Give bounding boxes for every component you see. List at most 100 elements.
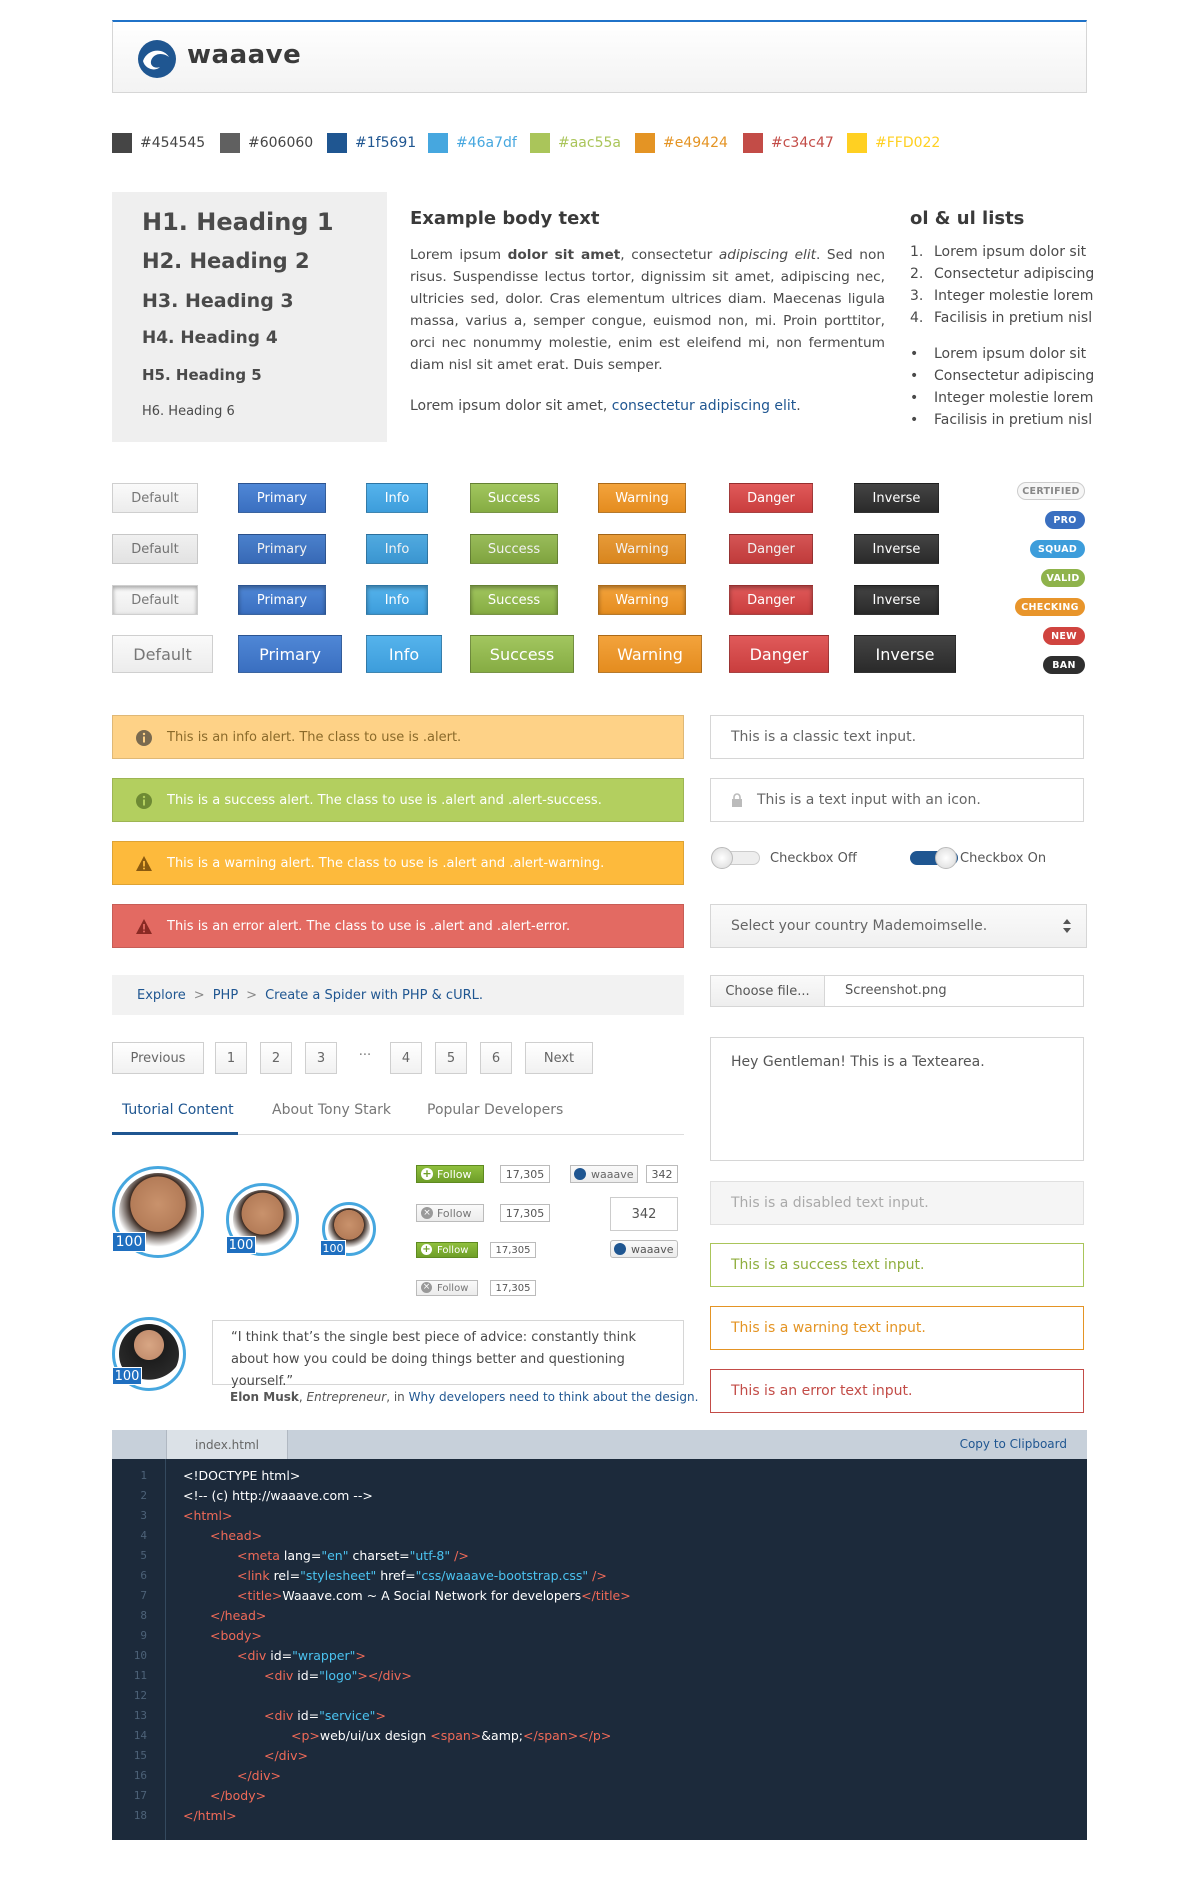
quote-author: Elon Musk — [230, 1390, 299, 1404]
swatch-color — [220, 133, 240, 153]
inverse-button[interactable]: Inverse — [854, 483, 939, 513]
inverse-button-pressed[interactable]: Inverse — [854, 585, 939, 615]
alert-text: This is an info alert. The class to use … — [167, 729, 462, 745]
input-placeholder: This is a success text input. — [731, 1257, 925, 1273]
badge-pro: PRO — [1045, 511, 1085, 529]
warning-button-large[interactable]: Warning — [598, 635, 702, 673]
choose-file-button[interactable]: Choose file... — [711, 976, 825, 1006]
pagination-page[interactable]: 1 — [215, 1042, 247, 1074]
code-token: <link — [237, 1568, 274, 1583]
quote-separator: , in — [386, 1390, 409, 1404]
alert-text: This is a warning alert. The class to us… — [167, 855, 605, 871]
info-button-large[interactable]: Info — [366, 635, 442, 673]
pagination-page[interactable]: 4 — [390, 1042, 422, 1074]
toggle-knob — [711, 847, 733, 869]
country-select[interactable]: Select your country Mademoimselle. — [710, 904, 1087, 948]
swatch-color — [327, 133, 347, 153]
body-text-run: Lorem ipsum dolor sit amet, — [410, 398, 612, 414]
waaave-count-bubble: 342 — [610, 1197, 678, 1231]
body-link[interactable]: consectetur adipiscing elit — [612, 398, 797, 414]
tab-about-tony-stark[interactable]: About Tony Stark — [272, 1102, 391, 1118]
swatch-3: #1f5691 — [327, 133, 416, 153]
breadcrumb-item[interactable]: PHP — [213, 988, 238, 1003]
pagination-page[interactable]: 5 — [435, 1042, 467, 1074]
badge-ban: BAN — [1043, 656, 1085, 674]
code-token: </span> — [523, 1728, 579, 1743]
heading-1: H1. Heading 1 — [142, 208, 334, 236]
warning-button-pressed[interactable]: Warning — [598, 585, 686, 615]
file-input[interactable]: Choose file... Screenshot.png — [710, 975, 1084, 1007]
waaave-logo-icon — [138, 40, 176, 78]
code-token: id= — [297, 1668, 320, 1683]
breadcrumb-item[interactable]: Create a Spider with PHP & cURL. — [265, 988, 483, 1003]
classic-text-input[interactable]: This is a classic text input. — [710, 715, 1084, 759]
inverse-button-large[interactable]: Inverse — [854, 635, 956, 673]
error-alert: This is an error alert. The class to use… — [112, 904, 684, 948]
pagination-page[interactable]: 2 — [260, 1042, 292, 1074]
code-line: </body> — [210, 1788, 267, 1803]
success-button-pressed[interactable]: Success — [470, 585, 558, 615]
error-text-input[interactable]: This is an error text input. — [710, 1369, 1084, 1413]
follow-label: Follow — [437, 1206, 472, 1220]
pagination-previous[interactable]: Previous — [112, 1042, 204, 1074]
code-token: <meta — [237, 1548, 284, 1563]
ordered-list-item: 2. Consectetur adipiscing — [910, 266, 1094, 282]
primary-button-hover[interactable]: Primary — [238, 534, 326, 564]
checkbox-on-toggle[interactable] — [910, 847, 958, 869]
brand-name[interactable]: waaave — [187, 40, 301, 70]
list-marker: 2. — [910, 266, 924, 282]
success-text-input[interactable]: This is a success text input. — [710, 1243, 1084, 1287]
copy-to-clipboard-button[interactable]: Copy to Clipboard — [960, 1437, 1067, 1451]
code-token: "utf-8" — [409, 1548, 451, 1563]
info-button-hover[interactable]: Info — [366, 534, 428, 564]
tab-tutorial-content[interactable]: Tutorial Content — [122, 1102, 234, 1118]
inverse-button-hover[interactable]: Inverse — [854, 534, 939, 564]
success-button-hover[interactable]: Success — [470, 534, 558, 564]
danger-button-pressed[interactable]: Danger — [729, 585, 813, 615]
code-line: <title>Waaave.com ~ A Social Network for… — [237, 1588, 631, 1603]
active-tab-indicator — [112, 1132, 238, 1135]
info-button[interactable]: Info — [366, 483, 428, 513]
warning-button-hover[interactable]: Warning — [598, 534, 686, 564]
warning-text-input[interactable]: This is a warning text input. — [710, 1306, 1084, 1350]
default-button-large[interactable]: Default — [112, 635, 213, 673]
info-button-pressed[interactable]: Info — [366, 585, 428, 615]
danger-button[interactable]: Danger — [729, 483, 813, 513]
unordered-list-item: • Consectetur adipiscing — [910, 368, 1094, 384]
primary-button[interactable]: Primary — [238, 483, 326, 513]
pagination-page[interactable]: 6 — [480, 1042, 512, 1074]
icon-text-input[interactable]: This is a text input with an icon. — [710, 778, 1084, 822]
quote-link[interactable]: Why developers need to think about the d… — [409, 1390, 699, 1404]
default-button-pressed[interactable]: Default — [112, 585, 198, 615]
breadcrumb-item[interactable]: Explore — [137, 988, 186, 1003]
primary-button-large[interactable]: Primary — [238, 635, 342, 673]
success-button[interactable]: Success — [470, 483, 558, 513]
pagination-page[interactable]: 3 — [305, 1042, 337, 1074]
checkbox-off-toggle[interactable] — [711, 847, 760, 869]
list-bullet: • — [910, 390, 919, 406]
code-line: <!-- (c) http://waaave.com --> — [183, 1488, 373, 1503]
heading-6: H6. Heading 6 — [142, 404, 235, 419]
code-file-tab[interactable]: index.html — [166, 1430, 288, 1459]
code-line: <div id="service"> — [264, 1708, 386, 1723]
follow-label: Follow — [437, 1282, 469, 1294]
danger-button-hover[interactable]: Danger — [729, 534, 813, 564]
body-italic-text: adipiscing elit — [718, 247, 817, 263]
info-alert: This is an info alert. The class to use … — [112, 715, 684, 759]
info-icon — [136, 730, 152, 746]
code-token: &amp; — [481, 1728, 524, 1743]
danger-button-large[interactable]: Danger — [729, 635, 829, 673]
warning-button[interactable]: Warning — [598, 483, 686, 513]
list-marker: 3. — [910, 288, 924, 304]
pagination-next[interactable]: Next — [525, 1042, 593, 1074]
success-button-large[interactable]: Success — [470, 635, 574, 673]
code-header: index.html Copy to Clipboard — [112, 1430, 1087, 1459]
tab-popular-developers[interactable]: Popular Developers — [427, 1102, 563, 1118]
primary-button-pressed[interactable]: Primary — [238, 585, 326, 615]
body-text-run: , consectetur — [620, 247, 719, 263]
alert-text: This is an error alert. The class to use… — [167, 918, 571, 934]
badge-squad: SQUAD — [1030, 540, 1085, 558]
default-button[interactable]: Default — [112, 483, 198, 513]
textarea[interactable]: Hey Gentleman! This is a Textearea. — [710, 1037, 1084, 1161]
default-button-hover[interactable]: Default — [112, 534, 198, 564]
